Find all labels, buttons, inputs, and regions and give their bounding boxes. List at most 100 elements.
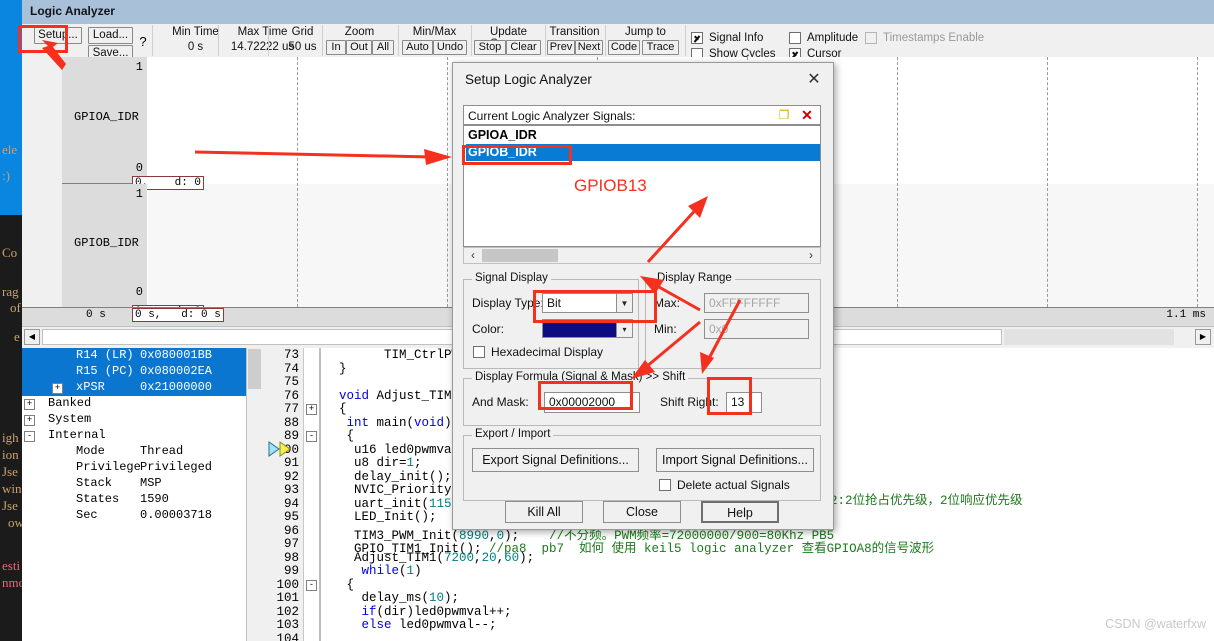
bg-text-10: Jse (2, 498, 18, 513)
signals-label: Current Logic Analyzer Signals: (468, 109, 636, 123)
kill-all-button[interactable]: Kill All (505, 501, 583, 523)
clear-button[interactable]: Clear (506, 40, 541, 55)
code-line[interactable]: { (324, 578, 355, 592)
register-row[interactable]: + System (22, 412, 262, 428)
signals-list[interactable]: GPIOA_IDR GPIOB_IDR GPIOB13 (463, 125, 821, 247)
signal-item-gpiob-idr[interactable]: GPIOB_IDR (466, 144, 820, 161)
signals-scroll-right-icon[interactable]: › (803, 248, 819, 263)
bg-text-4: of (10, 300, 21, 315)
hexadecimal-display-label: Hexadecimal Display (491, 345, 604, 359)
hscroll-track[interactable] (1004, 329, 1174, 345)
code-line[interactable]: NVIC_PriorityG (324, 483, 459, 497)
register-value: 0x080002EA (140, 364, 213, 378)
register-row[interactable]: Stack MSP (22, 476, 262, 492)
register-row[interactable]: Mode Thread (22, 444, 262, 460)
registers-tree[interactable]: R14 (LR) 0x080001BB R15 (PC) 0x080002EA + xPS… (22, 348, 262, 641)
help-button[interactable]: Help (701, 501, 779, 523)
code-line[interactable]: Adjust_TIM1(7200,20,60); (324, 551, 534, 565)
color-chevron-down-icon[interactable]: ▾ (616, 319, 633, 338)
register-row[interactable]: + xPSR 0x21000000 (22, 380, 262, 396)
code-line[interactable]: void Adjust_TIM1 (324, 389, 459, 403)
register-row[interactable]: States 1590 (22, 492, 262, 508)
setup-button[interactable]: Setup... (34, 27, 82, 44)
help-icon[interactable]: ? (136, 34, 150, 49)
range-min-field[interactable]: 0x0 (704, 319, 809, 339)
code-line[interactable]: u8 dir=1; (324, 456, 422, 470)
hscroll-left-arrow[interactable]: ◀ (24, 329, 40, 345)
import-signal-definitions-button[interactable]: Import Signal Definitions... (656, 448, 814, 472)
delete-actual-signals-checkbox[interactable] (659, 479, 671, 491)
zoom-in-button[interactable]: In (326, 40, 346, 55)
display-type-chevron-down-icon[interactable]: ▼ (616, 293, 633, 313)
registers-scroll-thumb[interactable] (248, 349, 261, 389)
setup-logic-analyzer-dialog[interactable]: Setup Logic Analyzer ✕ Current Logic Ana… (452, 62, 834, 530)
minmax-auto-button[interactable]: Auto (402, 40, 433, 55)
transition-label: Transition (549, 26, 600, 38)
timestamps-enable-checkbox (865, 32, 877, 44)
jump-code-button[interactable]: Code (608, 40, 640, 55)
zoom-all-button[interactable]: All (372, 40, 394, 55)
register-row[interactable]: + Banked (22, 396, 262, 412)
code-line[interactable]: else led0pwmval--; (324, 618, 497, 632)
code-line[interactable]: { (324, 429, 355, 443)
tree-toggle-icon[interactable]: + (52, 383, 63, 394)
code-line[interactable]: uart_init(1152 (324, 497, 459, 511)
close-icon[interactable]: ✕ (801, 69, 827, 91)
range-max-field[interactable]: 0xFFFFFFFF (704, 293, 809, 313)
tree-toggle-icon[interactable]: + (24, 399, 35, 410)
close-button[interactable]: Close (603, 501, 681, 523)
zoom-out-button[interactable]: Out (346, 40, 372, 55)
transition-next-button[interactable]: Next (575, 40, 603, 55)
code-line[interactable]: u16 led0pwmval (324, 443, 459, 457)
transition-prev-button[interactable]: Prev (547, 40, 575, 55)
execution-arrow-icon[interactable] (268, 441, 294, 460)
export-signal-definitions-button[interactable]: Export Signal Definitions... (472, 448, 639, 472)
code-line[interactable]: delay_ms(10); (324, 591, 460, 605)
register-row[interactable]: R14 (LR) 0x080001BB (22, 348, 262, 364)
color-swatch[interactable] (542, 319, 617, 338)
bg-text-1: :) (2, 168, 10, 183)
display-type-select[interactable]: Bit (542, 293, 617, 313)
code-line[interactable]: { (324, 402, 347, 416)
signals-scroll-left-icon[interactable]: ‹ (465, 248, 481, 263)
grid-line-7 (1197, 57, 1198, 307)
code-line[interactable]: } (324, 362, 347, 376)
delete-actual-signals-label: Delete actual Signals (677, 478, 790, 492)
bg-text-8: Jse (2, 464, 18, 479)
register-row[interactable]: Privilege Privileged (22, 460, 262, 476)
register-row[interactable]: R15 (PC) 0x080002EA (22, 364, 262, 380)
register-name: xPSR (76, 380, 105, 394)
signal-item-gpioa-idr[interactable]: GPIOA_IDR (466, 127, 820, 144)
register-value: Thread (140, 444, 184, 458)
bg-text-6: igh (2, 430, 19, 445)
jump-trace-button[interactable]: Trace (642, 40, 679, 55)
signals-hscrollbar[interactable]: ‹ › (463, 247, 821, 264)
register-row[interactable]: Sec 0.00003718 (22, 508, 262, 524)
register-value: 0x080001BB (140, 348, 213, 362)
code-line[interactable]: int main(void) (324, 416, 452, 430)
shift-right-field[interactable]: 13 (726, 392, 762, 413)
code-line[interactable]: LED_Init(); (324, 510, 437, 524)
register-row[interactable]: - Internal (22, 428, 262, 444)
code-line[interactable]: if(dir)led0pwmval++; (324, 605, 512, 619)
registers-pane[interactable]: R14 (LR) 0x080001BB R15 (PC) 0x080002EA + xPS… (22, 348, 263, 641)
register-name: Stack (76, 476, 113, 490)
register-name: Privilege (76, 460, 141, 474)
minmax-undo-button[interactable]: Undo (433, 40, 467, 55)
amplitude-checkbox[interactable] (789, 32, 801, 44)
hexadecimal-display-checkbox[interactable] (473, 346, 485, 358)
tree-toggle-icon[interactable]: + (24, 415, 35, 426)
delete-signal-icon[interactable]: ✕ (798, 107, 816, 123)
and-mask-field[interactable]: 0x00002000 (544, 392, 640, 413)
new-signal-icon[interactable]: ❐ (774, 108, 794, 123)
registers-scrollbar[interactable] (246, 348, 262, 641)
tree-toggle-icon[interactable]: - (24, 431, 35, 442)
stop-button[interactable]: Stop (474, 40, 506, 55)
code-line[interactable]: while(1) (324, 564, 422, 578)
signal-info-checkbox[interactable] (691, 32, 703, 44)
load-button[interactable]: Load... (88, 27, 133, 44)
hscroll-right-arrow[interactable]: ▶ (1195, 329, 1211, 345)
signals-scroll-thumb[interactable] (482, 249, 558, 262)
logic-analyzer-titlebar: Logic Analyzer (22, 0, 1214, 24)
code-line[interactable]: delay_init(); (324, 470, 452, 484)
